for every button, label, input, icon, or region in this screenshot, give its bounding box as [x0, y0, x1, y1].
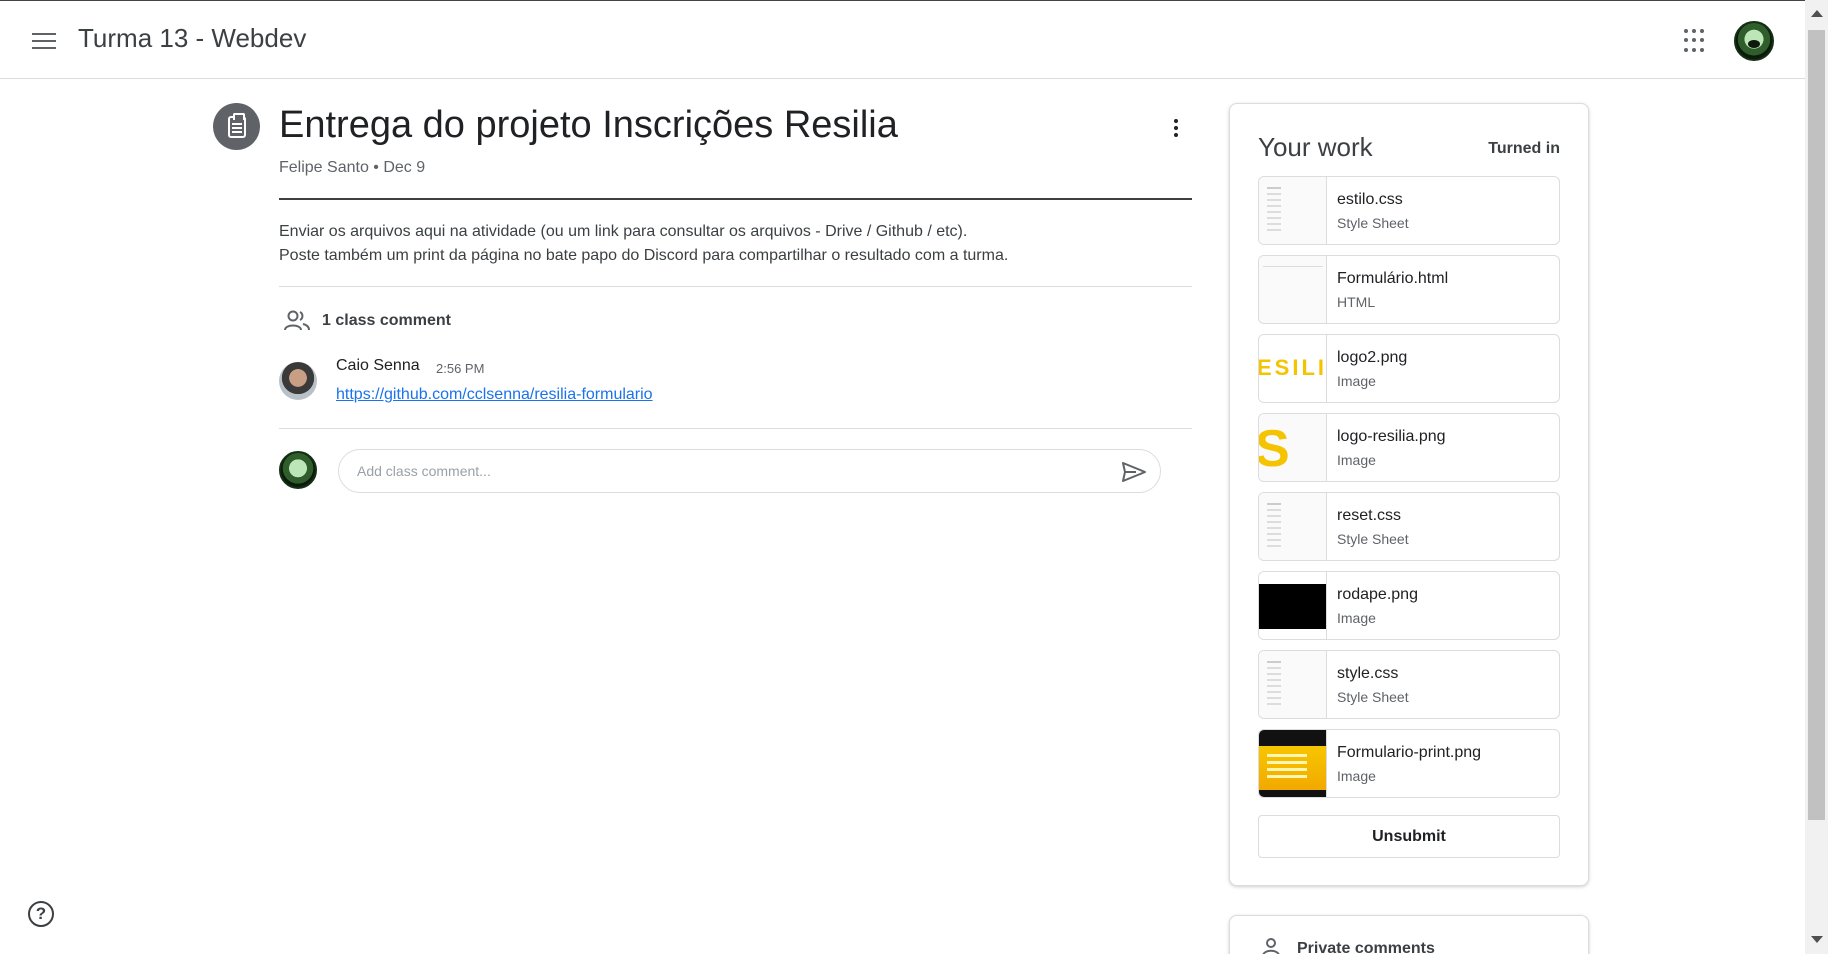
file-name: Formulario-print.png	[1337, 744, 1482, 761]
work-status: Turned in	[1488, 140, 1560, 157]
comment-divider	[279, 428, 1192, 429]
class-title[interactable]: Turma 13 - Webdev	[78, 23, 306, 54]
commenter-avatar[interactable]	[279, 362, 317, 400]
file-type: HTML	[1337, 294, 1376, 310]
attachment-formulario-print-png[interactable]: Formulario-print.png Image	[1258, 729, 1560, 798]
private-comments-label: Private comments	[1297, 940, 1435, 954]
file-type: Image	[1337, 452, 1376, 468]
file-thumbnail: S I	[1259, 414, 1327, 481]
file-thumbnail	[1259, 177, 1327, 244]
file-type: Style Sheet	[1337, 689, 1409, 705]
more-options-icon[interactable]	[1166, 114, 1186, 142]
hamburger-menu-icon[interactable]	[28, 27, 60, 55]
file-type: Style Sheet	[1337, 531, 1409, 547]
private-comments-card[interactable]: Private comments	[1229, 915, 1589, 954]
file-thumbnail	[1259, 256, 1327, 323]
comment-time: 2:56 PM	[436, 361, 485, 376]
unsubmit-button[interactable]: Unsubmit	[1258, 815, 1560, 858]
file-name: logo-resilia.png	[1337, 428, 1446, 445]
file-name: logo2.png	[1337, 349, 1408, 366]
file-type: Image	[1337, 768, 1376, 784]
file-name: reset.css	[1337, 507, 1402, 524]
people-icon	[284, 310, 310, 331]
attachment-estilo-css[interactable]: estilo.css Style Sheet	[1258, 176, 1560, 245]
file-name: Formulário.html	[1337, 270, 1449, 287]
account-avatar[interactable]	[1734, 21, 1774, 61]
class-comment-count[interactable]: 1 class comment	[322, 312, 451, 330]
file-name: style.css	[1337, 665, 1399, 682]
instructions-line: Poste também um print da página no bate …	[279, 247, 1009, 264]
file-thumbnail	[1259, 730, 1327, 797]
file-type: Image	[1337, 610, 1376, 626]
my-avatar	[279, 451, 317, 489]
send-icon[interactable]	[1120, 460, 1148, 484]
help-icon[interactable]: ?	[28, 901, 54, 927]
file-type: Image	[1337, 373, 1376, 389]
instructions-line: Enviar os arquivos aqui na atividade (ou…	[279, 223, 968, 240]
assignment-instructions: Enviar os arquivos aqui na atividade (ou…	[279, 220, 1192, 268]
attachment-rodape-png[interactable]: rodape.png Image	[1258, 571, 1560, 640]
your-work-card: Your work Turned in estilo.css Style She…	[1229, 103, 1589, 886]
title-divider	[279, 198, 1192, 200]
file-type: Style Sheet	[1337, 215, 1409, 231]
assignment-icon	[213, 103, 260, 150]
comment-author: Caio Senna	[336, 357, 420, 374]
scroll-up-arrow-icon[interactable]	[1811, 10, 1823, 17]
attachment-style-css[interactable]: style.css Style Sheet	[1258, 650, 1560, 719]
comment-link[interactable]: https://github.com/cclsenna/resilia-form…	[336, 386, 653, 404]
assignment-title: Entrega do projeto Inscrições Resilia	[279, 104, 898, 146]
attachment-formulario-html[interactable]: Formulário.html HTML	[1258, 255, 1560, 324]
scroll-thumb[interactable]	[1808, 30, 1825, 820]
file-name: rodape.png	[1337, 586, 1418, 603]
person-icon	[1262, 938, 1280, 954]
file-thumbnail	[1259, 651, 1327, 718]
thumbnail-text: ESILI	[1259, 355, 1327, 380]
page-scrollbar[interactable]	[1805, 0, 1828, 954]
google-apps-icon[interactable]	[1684, 29, 1708, 53]
file-thumbnail	[1259, 572, 1327, 639]
file-thumbnail	[1259, 493, 1327, 560]
attachment-logo2-png[interactable]: ESILI logo2.png Image	[1258, 334, 1560, 403]
class-comment-input[interactable]	[338, 449, 1161, 493]
your-work-title: Your work	[1258, 132, 1373, 162]
file-name: estilo.css	[1337, 191, 1403, 208]
attachment-logo-resilia-png[interactable]: S I logo-resilia.png Image	[1258, 413, 1560, 482]
assignment-meta: Felipe Santo • Dec 9	[279, 159, 426, 176]
file-thumbnail: ESILI	[1259, 335, 1327, 402]
attachment-reset-css[interactable]: reset.css Style Sheet	[1258, 492, 1560, 561]
thumbnail-text: S I	[1259, 420, 1326, 478]
top-app-bar: Turma 13 - Webdev	[0, 0, 1805, 79]
scroll-down-arrow-icon[interactable]	[1811, 936, 1823, 943]
section-divider	[279, 286, 1192, 287]
